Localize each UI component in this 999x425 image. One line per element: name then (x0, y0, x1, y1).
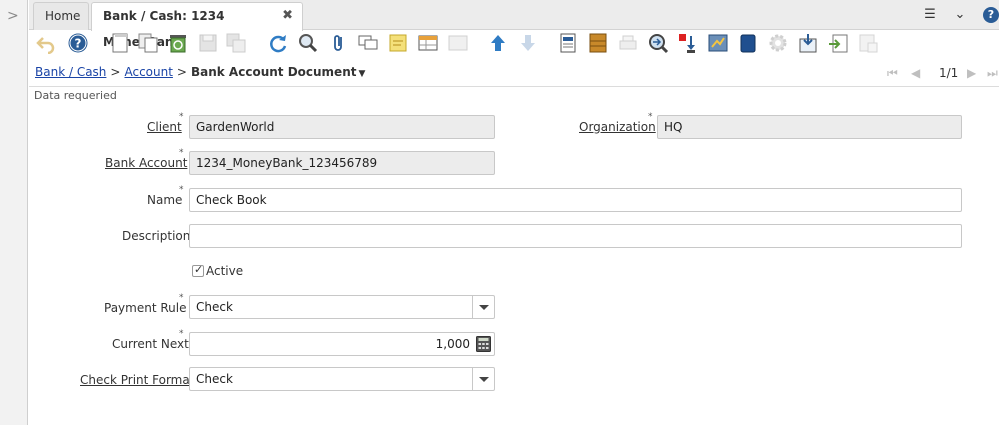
product-info-icon[interactable] (447, 32, 469, 54)
quick-form-icon[interactable] (857, 32, 879, 54)
archive-icon[interactable] (587, 32, 609, 54)
last-record-icon[interactable]: ⏭ (987, 66, 998, 81)
first-record-icon[interactable]: ⏮ (887, 66, 898, 81)
undo-icon[interactable] (35, 32, 57, 54)
close-tab-icon[interactable]: ✖ (282, 3, 293, 29)
name-input[interactable]: Check Book (189, 188, 962, 212)
zoom-across-icon[interactable] (647, 32, 669, 54)
save-icon[interactable] (197, 32, 219, 54)
required-mark: * (179, 112, 184, 122)
required-mark: * (179, 293, 184, 303)
breadcrumb-link-bank-cash[interactable]: Bank / Cash (35, 65, 106, 79)
copy-record-icon[interactable] (137, 32, 159, 54)
west-panel: > (0, 0, 28, 425)
payment-rule-value: Check (196, 300, 233, 314)
toolbar: ? (29, 31, 999, 58)
menu-icon[interactable]: ☰ (921, 5, 939, 25)
print-icon[interactable] (617, 32, 639, 54)
client-field[interactable]: GardenWorld (189, 115, 495, 139)
help-icon[interactable]: ? (983, 7, 999, 23)
breadcrumb-current[interactable]: Bank Account Document (191, 65, 357, 79)
previous-record-icon[interactable]: ◀ (911, 66, 920, 80)
current-next-input[interactable]: 1,000 (189, 332, 495, 356)
save-and-new-icon[interactable] (225, 32, 247, 54)
bank-account-field[interactable]: 1234_MoneyBank_123456789 (189, 151, 495, 175)
main-area: Home Bank / Cash: 1234 MoneyBank ✖ ☰ ⌄ ?… (29, 0, 999, 425)
active-label[interactable]: Active (206, 264, 243, 278)
payment-rule-label: Payment Rule (104, 301, 187, 315)
breadcrumb-separator: > (110, 65, 121, 79)
svg-text:?: ? (75, 37, 82, 51)
client-label[interactable]: Client (147, 120, 182, 134)
organization-field[interactable]: HQ (657, 115, 962, 139)
bank-account-label[interactable]: Bank Account (105, 156, 187, 170)
tab-bank-cash[interactable]: Bank / Cash: 1234 MoneyBank ✖ (91, 2, 303, 49)
workflow-icon[interactable] (707, 32, 729, 54)
chevron-down-icon[interactable] (472, 368, 494, 390)
new-record-icon[interactable] (109, 32, 131, 54)
breadcrumb: Bank / Cash > Account > Bank Account Documen… (35, 65, 365, 79)
help-button-icon[interactable]: ? (67, 32, 89, 54)
tab-tools: ☰ ⌄ ? (919, 5, 999, 25)
import-icon[interactable] (827, 32, 849, 54)
gear-icon[interactable] (767, 32, 789, 54)
required-mark: * (179, 329, 184, 339)
name-label: Name (147, 193, 183, 207)
record-navigation: ⏮ ◀ 1/1 ▶ ⏭ (887, 66, 999, 80)
description-label: Description (122, 229, 191, 243)
report-icon[interactable] (557, 32, 579, 54)
export-icon[interactable] (797, 32, 819, 54)
refresh-icon[interactable] (267, 32, 289, 54)
book-icon[interactable] (737, 32, 759, 54)
chevron-down-icon[interactable] (472, 296, 494, 318)
postit-icon[interactable] (387, 32, 409, 54)
description-input[interactable] (189, 224, 962, 248)
caret-down-icon[interactable]: ▼ (358, 69, 365, 79)
arrow-down-icon[interactable] (517, 32, 539, 54)
record-position: 1/1 (939, 66, 959, 80)
tab-home[interactable]: Home (33, 2, 89, 30)
tab-home-label: Home (45, 9, 81, 23)
organization-label[interactable]: Organization (579, 120, 656, 134)
check-print-format-select[interactable]: Check (189, 367, 495, 391)
calculator-icon[interactable] (476, 336, 491, 352)
delete-icon[interactable] (167, 32, 189, 54)
current-next-label: Current Next (112, 337, 189, 351)
grid-toggle-icon[interactable] (417, 32, 439, 54)
request-icon[interactable] (677, 32, 699, 54)
payment-rule-select[interactable]: Check (189, 295, 495, 319)
breadcrumb-link-account[interactable]: Account (124, 65, 172, 79)
required-mark: * (648, 112, 653, 122)
tab-bar: Home Bank / Cash: 1234 MoneyBank ✖ ☰ ⌄ ? (29, 0, 999, 49)
required-mark: * (179, 148, 184, 158)
check-print-format-label[interactable]: Check Print Format (80, 373, 194, 387)
check-print-format-value: Check (196, 372, 233, 386)
expand-panel-icon[interactable]: > (7, 8, 19, 24)
divider (29, 86, 999, 87)
attachment-icon[interactable] (327, 32, 349, 54)
breadcrumb-separator: > (176, 65, 187, 79)
next-record-icon[interactable]: ▶ (967, 66, 976, 80)
record-form: Client * GardenWorld Organization * HQ B… (29, 104, 999, 425)
chevron-down-icon[interactable]: ⌄ (951, 5, 969, 25)
current-next-value: 1,000 (435, 337, 470, 351)
chat-icon[interactable] (357, 32, 379, 54)
arrow-up-icon[interactable] (487, 32, 509, 54)
find-icon[interactable] (297, 32, 319, 54)
status-message: Data requeried (34, 89, 117, 102)
active-checkbox[interactable] (192, 263, 204, 277)
required-mark: * (179, 185, 184, 195)
